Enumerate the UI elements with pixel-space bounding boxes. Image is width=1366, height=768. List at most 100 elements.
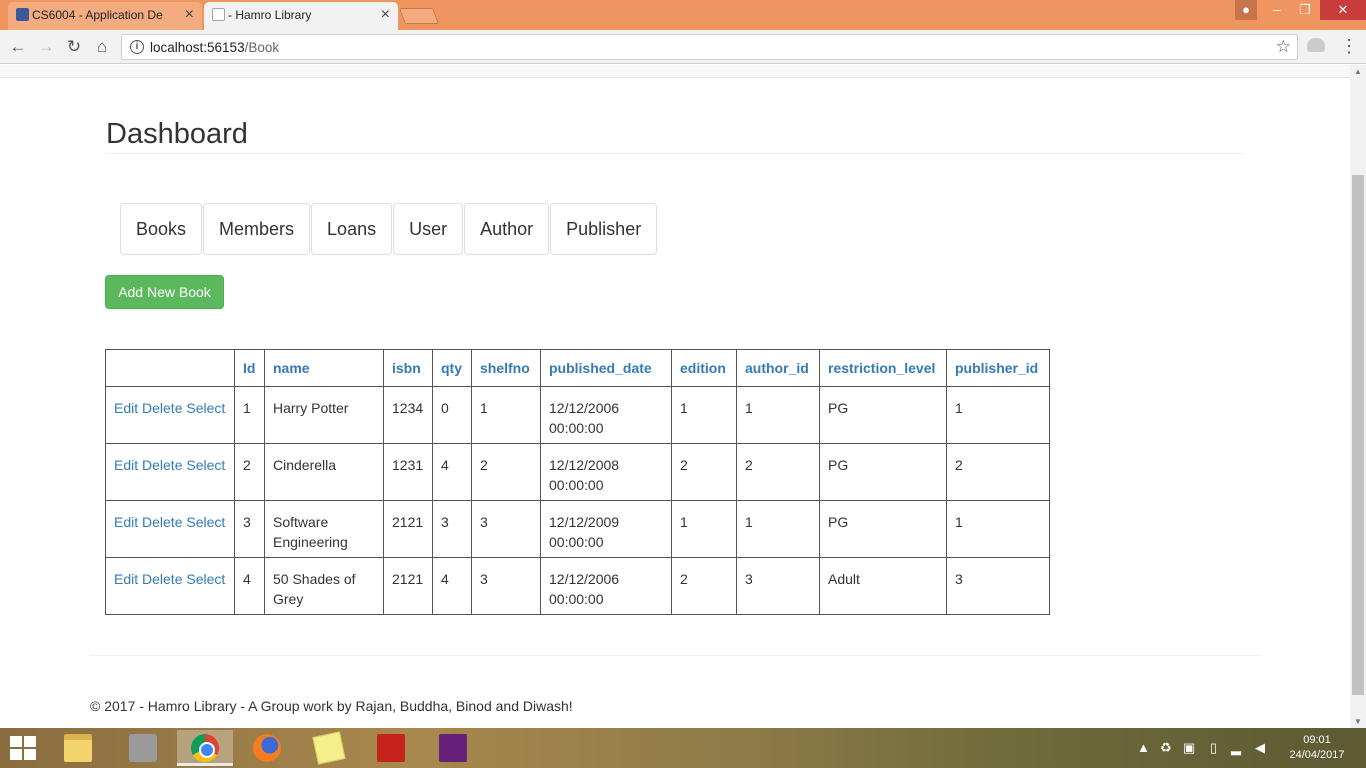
- books-table: Id name isbn qty shelfno published_date …: [105, 349, 1050, 615]
- scrollbar-thumb[interactable]: [1352, 175, 1364, 695]
- cell-published-date: 12/12/2006 00:00:00: [540, 557, 672, 615]
- reload-icon[interactable]: ↻: [63, 36, 85, 58]
- address-bar[interactable]: i localhost:56153/Book ☆: [121, 34, 1298, 60]
- tab-title: - Hamro Library: [228, 8, 312, 22]
- cell-publisher-id: 1: [946, 386, 1050, 444]
- cell-name: 50 Shades of Grey: [264, 557, 384, 615]
- browser-tab-active[interactable]: - Hamro Library ×: [204, 2, 398, 30]
- system-tool-icon[interactable]: [115, 730, 171, 766]
- sort-id-header[interactable]: Id: [243, 360, 255, 376]
- scroll-up-arrow-icon[interactable]: ▲: [1350, 67, 1366, 76]
- nav-user-button[interactable]: User: [393, 203, 464, 255]
- edit-link[interactable]: Edit: [114, 514, 138, 530]
- volume-icon[interactable]: ◀: [1255, 740, 1265, 756]
- sort-qty-header[interactable]: qty: [441, 360, 462, 376]
- keyboard-icon[interactable]: ▣: [1183, 740, 1195, 756]
- cell-id: 3: [234, 500, 265, 558]
- sort-author-id-header[interactable]: author_id: [745, 360, 809, 376]
- menu-kebab-icon[interactable]: ⋮: [1340, 36, 1358, 56]
- table-row: Edit Delete Select 1 Harry Potter 1234 0…: [105, 386, 1050, 444]
- home-icon[interactable]: ⌂: [91, 36, 113, 58]
- minimize-icon[interactable]: –: [1264, 0, 1290, 20]
- cell-isbn: 1231: [383, 443, 433, 501]
- windows-taskbar: ▲ ♻ ▣ ▯ ▂ ◀ 09:01 24/04/2017: [0, 728, 1366, 768]
- url-text[interactable]: localhost:56153/Book: [150, 40, 279, 55]
- cell-qty: 3: [432, 500, 472, 558]
- url-path: /Book: [244, 40, 280, 55]
- sort-publisher-id-header[interactable]: publisher_id: [955, 360, 1038, 376]
- cell-name: Cinderella: [264, 443, 384, 501]
- sync-icon[interactable]: ♻: [1160, 740, 1172, 756]
- cell-edition: 2: [671, 443, 737, 501]
- browser-titlebar: CS6004 - Application De × - Hamro Librar…: [0, 0, 1366, 30]
- table-row: Edit Delete Select 4 50 Shades of Grey 2…: [105, 557, 1050, 615]
- select-link[interactable]: Select: [186, 571, 225, 587]
- cell-restriction-level: Adult: [819, 557, 947, 615]
- forward-arrow-icon[interactable]: →: [35, 36, 57, 58]
- firefox-icon[interactable]: [239, 730, 295, 766]
- delete-link[interactable]: Delete: [142, 457, 182, 473]
- battery-icon[interactable]: ▯: [1210, 740, 1217, 756]
- sort-restriction-level-header[interactable]: restriction_level: [828, 360, 935, 376]
- system-clock[interactable]: 09:01 24/04/2017: [1286, 733, 1348, 763]
- select-link[interactable]: Select: [186, 457, 225, 473]
- delete-link[interactable]: Delete: [142, 400, 182, 416]
- visual-studio-icon[interactable]: [425, 730, 481, 766]
- tab-title: CS6004 - Application De: [32, 8, 163, 22]
- back-arrow-icon[interactable]: ←: [7, 36, 29, 58]
- add-new-book-button[interactable]: Add New Book: [105, 275, 224, 309]
- page-scrollbar[interactable]: ▲ ▼: [1350, 65, 1366, 728]
- nav-author-button[interactable]: Author: [464, 203, 550, 255]
- file-explorer-icon[interactable]: [50, 730, 106, 766]
- page-viewport: Dashboard Books Members Loans User Autho…: [0, 65, 1350, 728]
- sort-shelfno-header[interactable]: shelfno: [480, 360, 530, 376]
- nav-books-button[interactable]: Books: [120, 203, 203, 255]
- acrobat-reader-icon[interactable]: [363, 730, 419, 766]
- nav-publisher-button[interactable]: Publisher: [550, 203, 658, 255]
- select-link[interactable]: Select: [186, 400, 225, 416]
- bookmark-star-icon[interactable]: ☆: [1276, 37, 1291, 57]
- sort-isbn-header[interactable]: isbn: [392, 360, 421, 376]
- cell-id: 1: [234, 386, 265, 444]
- restore-icon[interactable]: ❐: [1292, 0, 1318, 20]
- show-hidden-icons-icon[interactable]: ▲: [1137, 740, 1150, 755]
- sort-published-date-header[interactable]: published_date: [549, 360, 652, 376]
- cell-published-date: 12/12/2009 00:00:00: [540, 500, 672, 558]
- close-tab-icon[interactable]: ×: [185, 2, 194, 28]
- browser-toolbar: ← → ↻ ⌂ i localhost:56153/Book ☆ ⋮: [0, 30, 1366, 64]
- footer-text: © 2017 - Hamro Library - A Group work by…: [90, 698, 573, 714]
- windows-start-icon[interactable]: [10, 736, 38, 760]
- delete-link[interactable]: Delete: [142, 514, 182, 530]
- sort-name-header[interactable]: name: [273, 360, 310, 376]
- cell-edition: 1: [671, 386, 737, 444]
- new-tab-button[interactable]: [399, 8, 439, 24]
- browser-tab-inactive[interactable]: CS6004 - Application De ×: [8, 2, 202, 30]
- nav-loans-button[interactable]: Loans: [311, 203, 393, 255]
- signal-icon[interactable]: ▂: [1231, 740, 1241, 756]
- cell-shelfno: 3: [471, 500, 541, 558]
- edit-link[interactable]: Edit: [114, 400, 138, 416]
- cell-isbn: 2121: [383, 557, 433, 615]
- profile-icon[interactable]: ●: [1235, 0, 1257, 20]
- cell-restriction-level: PG: [819, 386, 947, 444]
- row-actions: Edit Delete Select: [105, 386, 235, 444]
- extension-icon[interactable]: [1307, 38, 1325, 52]
- tab-favicon-icon: [212, 8, 225, 21]
- cell-shelfno: 2: [471, 443, 541, 501]
- scroll-down-arrow-icon[interactable]: ▼: [1350, 717, 1366, 726]
- sort-edition-header[interactable]: edition: [680, 360, 726, 376]
- delete-link[interactable]: Delete: [142, 571, 182, 587]
- close-window-icon[interactable]: ✕: [1320, 0, 1366, 20]
- table-row: Edit Delete Select 2 Cinderella 1231 4 2…: [105, 443, 1050, 501]
- tab-favicon-icon: [16, 8, 29, 21]
- close-tab-icon[interactable]: ×: [381, 2, 390, 28]
- table-header-row: Id name isbn qty shelfno published_date …: [105, 349, 1050, 387]
- chrome-icon[interactable]: [177, 730, 233, 766]
- cell-published-date: 12/12/2006 00:00:00: [540, 386, 672, 444]
- edit-link[interactable]: Edit: [114, 571, 138, 587]
- nav-members-button[interactable]: Members: [203, 203, 311, 255]
- sticky-notes-icon[interactable]: [301, 730, 357, 766]
- select-link[interactable]: Select: [186, 514, 225, 530]
- info-icon[interactable]: i: [130, 40, 144, 54]
- edit-link[interactable]: Edit: [114, 457, 138, 473]
